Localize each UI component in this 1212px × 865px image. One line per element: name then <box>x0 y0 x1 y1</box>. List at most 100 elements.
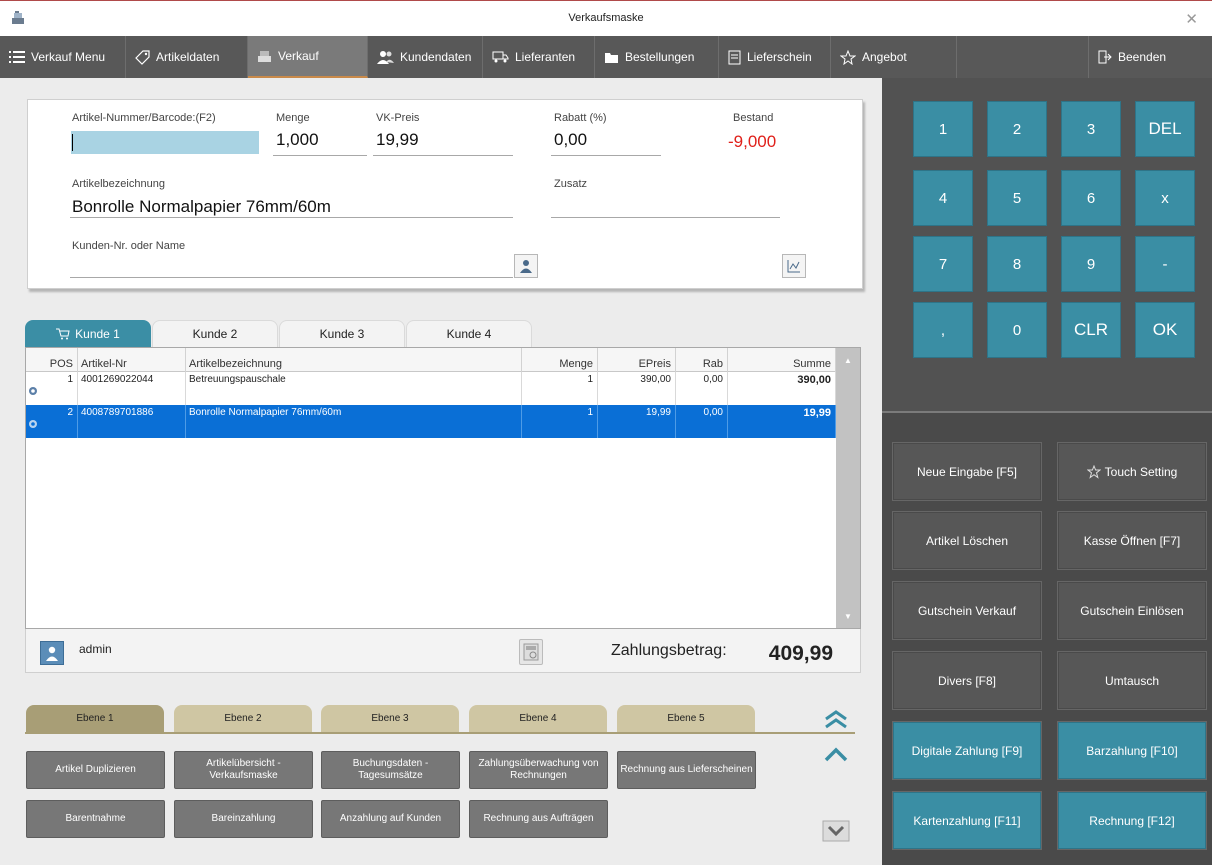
sales-grid: POS Artikel-Nr Artikelbezeichnung Menge … <box>25 347 861 629</box>
tab-kunde-2[interactable]: Kunde 2 <box>152 320 278 347</box>
chart-button[interactable] <box>782 254 806 278</box>
touch-setting-button[interactable]: Touch Setting <box>1058 443 1206 500</box>
menu-bestellungen[interactable]: Bestellungen <box>595 36 719 78</box>
menu-lieferanten[interactable]: Lieferanten <box>483 36 595 78</box>
column-header-summe[interactable]: Summe <box>728 348 836 372</box>
column-header-epreis[interactable]: EPreis <box>598 348 676 372</box>
tab-label: Kunde 3 <box>319 327 365 341</box>
rechnung-button[interactable]: Rechnung [F12] <box>1058 792 1206 849</box>
tab-kunde-1[interactable]: Kunde 1 <box>25 320 151 347</box>
gutschein-einloesen-button[interactable]: Gutschein Einlösen <box>1058 582 1206 639</box>
barcode-input[interactable] <box>71 131 259 154</box>
key-1[interactable]: 1 <box>913 101 973 157</box>
tab-label: Kunde 1 <box>75 327 120 341</box>
tab-label: Kunde 2 <box>192 327 238 341</box>
column-header-artikelbezeichnung[interactable]: Artikelbezeichnung <box>186 348 522 372</box>
user-icon[interactable] <box>40 641 64 665</box>
key-ok[interactable]: OK <box>1135 302 1195 358</box>
menu-artikeldaten[interactable]: Artikeldaten <box>126 36 248 78</box>
menge-underline <box>273 155 367 156</box>
bareinzahlung-button[interactable]: Bareinzahlung <box>174 800 313 838</box>
vkpreis-field[interactable]: 19,99 <box>376 130 419 150</box>
divers-button[interactable]: Divers [F8] <box>893 652 1041 709</box>
key-del[interactable]: DEL <box>1135 101 1195 157</box>
chevron-down-icon[interactable] <box>821 818 851 844</box>
tab-ebene-1[interactable]: Ebene 1 <box>26 705 164 732</box>
neue-eingabe-button[interactable]: Neue Eingabe [F5] <box>893 443 1041 500</box>
menu-verkauf-menu[interactable]: Verkauf Menu <box>0 36 126 78</box>
cell-artikelbezeichnung: Betreuungspauschale <box>186 372 522 405</box>
menge-label: Menge <box>276 112 310 124</box>
current-user: admin <box>79 642 112 656</box>
line-chart-icon <box>787 260 800 273</box>
artikel-loeschen-button[interactable]: Artikel Löschen <box>893 512 1041 569</box>
menu-angebot[interactable]: Angebot <box>831 36 957 78</box>
key-4[interactable]: 4 <box>913 170 973 226</box>
barzahlung-button[interactable]: Barzahlung [F10] <box>1058 722 1206 779</box>
button-label: Divers [F8] <box>937 673 996 688</box>
customer-search-button[interactable] <box>514 254 538 278</box>
key-multiply[interactable]: x <box>1135 170 1195 226</box>
buchungsdaten-button[interactable]: Buchungsdaten - Tagesumsätze <box>321 751 460 789</box>
key-2[interactable]: 2 <box>987 101 1047 157</box>
table-row-selected[interactable]: 2 4008789701886 Bonrolle Normalpapier 76… <box>26 405 836 438</box>
scrollbar-thumb[interactable] <box>836 348 860 628</box>
calculator-icon[interactable] <box>519 639 543 665</box>
menu-verkauf[interactable]: Verkauf <box>248 36 368 78</box>
artikel-duplizieren-button[interactable]: Artikel Duplizieren <box>26 751 165 789</box>
column-header-menge[interactable]: Menge <box>522 348 598 372</box>
menge-field[interactable]: 1,000 <box>276 130 319 150</box>
bezeichnung-field[interactable]: Bonrolle Normalpapier 76mm/60m <box>72 197 331 217</box>
anzahlung-auf-kunden-button[interactable]: Anzahlung auf Kunden <box>321 800 460 838</box>
key-minus[interactable]: - <box>1135 236 1195 292</box>
key-0[interactable]: 0 <box>987 302 1047 358</box>
tab-ebene-5[interactable]: Ebene 5 <box>617 705 755 732</box>
umtausch-button[interactable]: Umtausch <box>1058 652 1206 709</box>
cell-summe: 390,00 <box>728 372 836 405</box>
key-comma[interactable]: , <box>913 302 973 358</box>
close-icon[interactable]: ✕ <box>1185 10 1198 28</box>
zahlungsbetrag-label: Zahlungsbetrag: <box>611 642 727 659</box>
kartenzahlung-button[interactable]: Kartenzahlung [F11] <box>893 792 1041 849</box>
column-header-artikel-nr[interactable]: Artikel-Nr <box>78 348 186 372</box>
scroll-down-icon[interactable]: ▼ <box>836 604 860 628</box>
tab-ebene-4[interactable]: Ebene 4 <box>469 705 607 732</box>
column-header-rab[interactable]: Rab <box>676 348 728 372</box>
barentnahme-button[interactable]: Barentnahme <box>26 800 165 838</box>
menu-beenden[interactable]: Beenden <box>1088 36 1212 78</box>
zahlungsueberwachung-button[interactable]: Zahlungsüberwachung von Rechnungen <box>469 751 608 789</box>
key-8[interactable]: 8 <box>987 236 1047 292</box>
kasse-oeffnen-button[interactable]: Kasse Öffnen [F7] <box>1058 512 1206 569</box>
rabatt-field[interactable]: 0,00 <box>554 130 587 150</box>
key-6[interactable]: 6 <box>1061 170 1121 226</box>
menu-label: Kundendaten <box>400 50 472 64</box>
text-cursor <box>72 134 73 151</box>
double-chevron-up-icon[interactable] <box>821 706 851 732</box>
tab-kunde-3[interactable]: Kunde 3 <box>279 320 405 347</box>
table-row[interactable]: 1 4001269022044 Betreuungspauschale 1 39… <box>26 372 836 405</box>
zusatz-underline <box>551 217 780 218</box>
cell-summe: 19,99 <box>728 405 836 438</box>
keypad-divider <box>882 411 1212 413</box>
scroll-up-icon[interactable]: ▲ <box>836 348 860 372</box>
key-clr[interactable]: CLR <box>1061 302 1121 358</box>
key-7[interactable]: 7 <box>913 236 973 292</box>
tab-ebene-2[interactable]: Ebene 2 <box>174 705 312 732</box>
tab-ebene-3[interactable]: Ebene 3 <box>321 705 459 732</box>
digitale-zahlung-button[interactable]: Digitale Zahlung [F9] <box>893 722 1041 779</box>
menu-kundendaten[interactable]: Kundendaten <box>368 36 483 78</box>
menu-lieferschein[interactable]: Lieferschein <box>719 36 831 78</box>
rechnung-aus-lieferscheinen-button[interactable]: Rechnung aus Lieferscheinen <box>617 751 756 789</box>
grid-scrollbar[interactable]: ▲ ▼ <box>836 348 860 628</box>
cell-epreis: 390,00 <box>598 372 676 405</box>
key-9[interactable]: 9 <box>1061 236 1121 292</box>
rechnung-aus-auftraegen-button[interactable]: Rechnung aus Aufträgen <box>469 800 608 838</box>
gutschein-verkauf-button[interactable]: Gutschein Verkauf <box>893 582 1041 639</box>
key-5[interactable]: 5 <box>987 170 1047 226</box>
column-header-pos[interactable]: POS <box>26 348 78 372</box>
chevron-up-icon[interactable] <box>821 742 851 768</box>
key-3[interactable]: 3 <box>1061 101 1121 157</box>
window-title: Verkaufsmaske <box>568 12 644 24</box>
artikeluebersicht-button[interactable]: Artikelübersicht - Verkaufsmaske <box>174 751 313 789</box>
tab-kunde-4[interactable]: Kunde 4 <box>406 320 532 347</box>
